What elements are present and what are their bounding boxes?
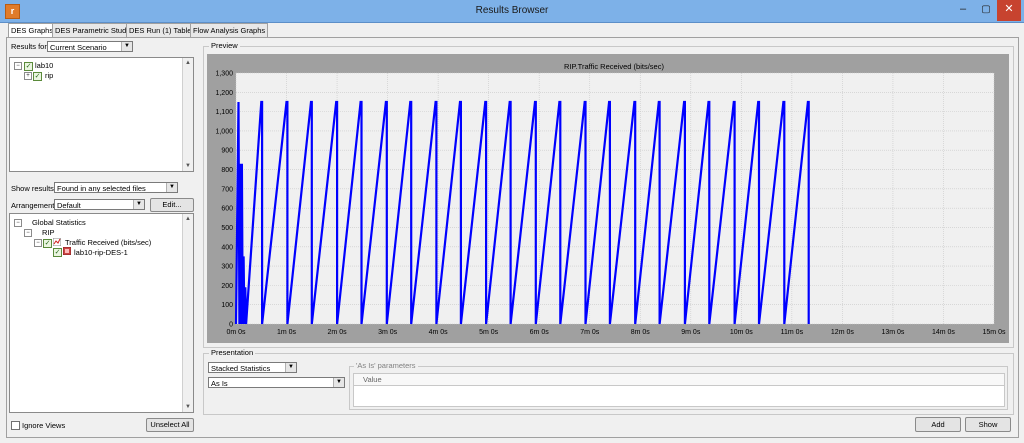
results-for-label: Results for: [11,42,49,51]
show-button[interactable]: Show [965,417,1011,432]
as-is-parameters-label: 'As Is' parameters [354,361,418,370]
results-for-select[interactable]: Current Scenario ▼ [47,41,133,52]
y-tick-label: 500 [221,225,233,232]
x-tick-label: 9m 0s [681,329,701,336]
y-tick-label: 1,200 [215,90,233,97]
chevron-down-icon: ▼ [333,378,344,387]
filter-select[interactable]: As Is ▼ [208,377,345,388]
chevron-down-icon: ▼ [133,200,144,209]
presentation-mode-value: Stacked Statistics [211,364,271,373]
x-tick-label: 2m 0s [328,329,348,336]
presentation-mode-select[interactable]: Stacked Statistics ▼ [208,362,297,373]
edit-button[interactable]: Edit... [150,198,194,212]
y-tick-label: 700 [221,186,233,193]
tab-des-graphs[interactable]: DES Graphs [8,23,57,38]
scroll-down-icon[interactable]: ▼ [183,161,193,171]
close-button[interactable]: ✕ [997,0,1021,21]
x-tick-label: 14m 0s [932,329,955,336]
title-bar: r Results Browser – ▢ ✕ [0,0,1024,23]
collapse-icon[interactable]: − [24,229,32,237]
chart-title: RIP.Traffic Received (bits/sec) [564,62,664,71]
x-tick-label: 10m 0s [730,329,753,336]
x-tick-label: 8m 0s [631,329,651,336]
expand-icon[interactable]: + [24,72,32,80]
add-button[interactable]: Add [915,417,961,432]
tree-node-run-file[interactable]: lab10-rip-DES-1 [74,248,128,257]
tree-node-lab10[interactable]: lab10 [35,61,53,70]
x-tick-label: 4m 0s [429,329,449,336]
collapse-icon[interactable]: − [34,239,42,247]
x-tick-label: 15m 0s [983,329,1006,336]
statistic-graph-icon [53,238,61,246]
traffic-received-chart[interactable]: RIP.Traffic Received (bits/sec) 0 100 200 3… [206,53,1010,344]
x-tick-label: 7m 0s [580,329,600,336]
y-tick-label: 200 [221,283,233,290]
checkbox-checked-icon[interactable]: ✓ [53,248,62,257]
preview-label: Preview [209,41,240,50]
collapse-icon[interactable]: − [14,62,22,70]
chevron-down-icon: ▼ [121,42,132,51]
ignore-views-label: Ignore Views [22,421,66,430]
arrangement-select[interactable]: Default ▼ [54,199,145,210]
parameters-table[interactable]: Value [353,373,1005,407]
parameters-header: Value [354,374,1004,386]
tab-des-run-tables[interactable]: DES Run (1) Tables [126,23,199,37]
scroll-up-icon[interactable]: ▲ [183,58,193,68]
unselect-all-button[interactable]: Unselect All [146,418,194,432]
tree-node-traffic-received[interactable]: Traffic Received (bits/sec) [65,238,151,247]
x-tick-label: 5m 0s [479,329,499,336]
statistics-tree[interactable]: − Global Statistics − RIP − ✓ Traffic Re… [9,213,194,413]
filter-value: As Is [211,379,228,388]
project-tree[interactable]: − ✓ lab10 + ✓ rip ▲ ▼ [9,57,194,172]
tree-node-rip[interactable]: rip [45,71,53,80]
y-tick-label: 300 [221,264,233,271]
statistics-tree-scrollbar[interactable]: ▲ ▼ [182,214,193,412]
y-tick-label: 800 [221,167,233,174]
scroll-up-icon[interactable]: ▲ [183,214,193,224]
tree-node-global-statistics[interactable]: Global Statistics [32,218,86,227]
x-tick-label: 3m 0s [378,329,398,336]
ignore-views-checkbox[interactable] [11,421,20,430]
chevron-down-icon: ▼ [285,363,296,372]
value-column-header: Value [363,375,382,384]
show-results-value: Found in any selected files [57,184,146,193]
show-results-label: Show results: [11,184,57,193]
y-tick-label: 900 [221,148,233,155]
x-tick-label: 11m 0s [781,329,804,336]
minimize-button[interactable]: – [952,0,974,21]
x-tick-label: 12m 0s [831,329,854,336]
y-tick-label: 0 [229,322,233,329]
checkbox-checked-icon[interactable]: ✓ [24,62,33,71]
tree-node-rip-group[interactable]: RIP [42,228,55,237]
y-tick-label: 100 [221,302,233,309]
x-tick-label: 1m 0s [277,329,297,336]
chevron-down-icon: ▼ [166,183,177,192]
checkbox-checked-icon[interactable]: ✓ [33,72,42,81]
checkbox-checked-icon[interactable]: ✓ [43,239,52,248]
x-tick-label: 13m 0s [881,329,904,336]
y-tick-label: 1,000 [215,128,233,135]
y-tick-label: 1,100 [215,109,233,116]
arrangement-value: Default [57,201,81,210]
x-tick-label: 0m 0s [226,329,246,336]
x-tick-label: 6m 0s [530,329,550,336]
show-results-select[interactable]: Found in any selected files ▼ [54,182,178,193]
project-tree-scrollbar[interactable]: ▲ ▼ [182,58,193,171]
y-tick-label: 600 [221,206,233,213]
presentation-label: Presentation [209,348,256,357]
tab-flow-analysis-graphs[interactable]: Flow Analysis Graphs [190,23,269,37]
run-file-icon [63,247,71,255]
arrangement-label: Arrangement: [11,201,57,210]
maximize-button[interactable]: ▢ [976,0,996,21]
y-tick-label: 400 [221,244,233,251]
scroll-down-icon[interactable]: ▼ [183,402,193,412]
y-tick-label: 1,300 [215,71,233,78]
window-title: Results Browser [475,5,549,16]
results-for-value: Current Scenario [50,43,107,52]
collapse-icon[interactable]: − [14,219,22,227]
